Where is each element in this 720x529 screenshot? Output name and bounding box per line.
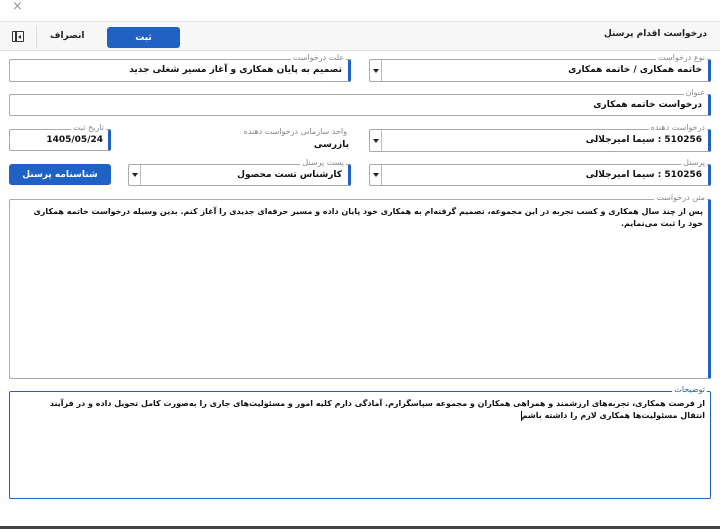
subject-field[interactable]: درخواست خاتمه همکاری bbox=[9, 94, 711, 116]
request-text-area[interactable]: پس از چند سال همکاری و کسب تجربه در این … bbox=[9, 199, 711, 379]
description-label: توضیحات bbox=[672, 385, 707, 395]
request-reason-label: علت درخواست bbox=[290, 53, 346, 63]
chevron-down-icon[interactable] bbox=[129, 165, 141, 185]
description-wrap: از فرصت همکاری، تجربه‌های ارزشمند و همرا… bbox=[25, 398, 705, 422]
personnel-post-value: کارشناس تست محصول bbox=[237, 170, 342, 180]
description-area[interactable]: از فرصت همکاری، تجربه‌های ارزشمند و همرا… bbox=[9, 391, 711, 499]
toolbar-divider bbox=[36, 26, 37, 48]
personnel-post-label: پست پرسنل bbox=[300, 158, 346, 168]
close-icon[interactable]: × bbox=[12, 0, 23, 14]
chevron-down-icon[interactable] bbox=[370, 165, 382, 185]
request-text-label: متن درخواست bbox=[654, 193, 707, 203]
requester-value: 510256 : سیما امیرجلالی bbox=[585, 135, 702, 145]
requester-unit-label: واحد سازمانی درخواست دهنده bbox=[241, 127, 349, 137]
description-value: از فرصت همکاری، تجربه‌های ارزشمند و همرا… bbox=[49, 399, 705, 420]
register-date-label: تاریخ ثبت bbox=[71, 123, 106, 133]
chevron-down-icon[interactable] bbox=[370, 60, 382, 81]
window-top-bar bbox=[0, 0, 720, 20]
requester-label: درخواست دهنده bbox=[648, 123, 707, 133]
chevron-down-icon[interactable] bbox=[370, 130, 382, 151]
page-title: درخواست اقدام پرسنل bbox=[603, 29, 707, 39]
toggle-panel-icon[interactable] bbox=[12, 31, 24, 42]
request-text-value: پس از چند سال همکاری و کسب تجربه در این … bbox=[33, 207, 703, 228]
personnel-profile-button[interactable]: شناسنامه پرسنل bbox=[9, 164, 111, 185]
personnel-label: پرسنل bbox=[681, 158, 707, 168]
requester-unit-value: بازرسی bbox=[313, 140, 349, 150]
cancel-button[interactable]: انصراف bbox=[50, 31, 84, 41]
submit-button[interactable]: ثبت bbox=[107, 27, 180, 48]
request-type-label: نوع درخواست bbox=[656, 53, 707, 63]
subject-value: درخواست خاتمه همکاری bbox=[593, 100, 702, 110]
request-reason-value: تصمیم به پایان همکاری و آغاز مسیر شغلی ج… bbox=[129, 65, 342, 75]
personnel-value: 510256 : سیما امیرجلالی bbox=[585, 170, 702, 180]
request-type-value: خاتمه همکاری / خاتمه همکاری bbox=[568, 65, 702, 75]
register-date-value: 1405/05/24 bbox=[46, 135, 103, 145]
subject-label: عنوان bbox=[683, 88, 707, 98]
personnel-select[interactable]: 510256 : سیما امیرجلالی bbox=[369, 164, 711, 186]
